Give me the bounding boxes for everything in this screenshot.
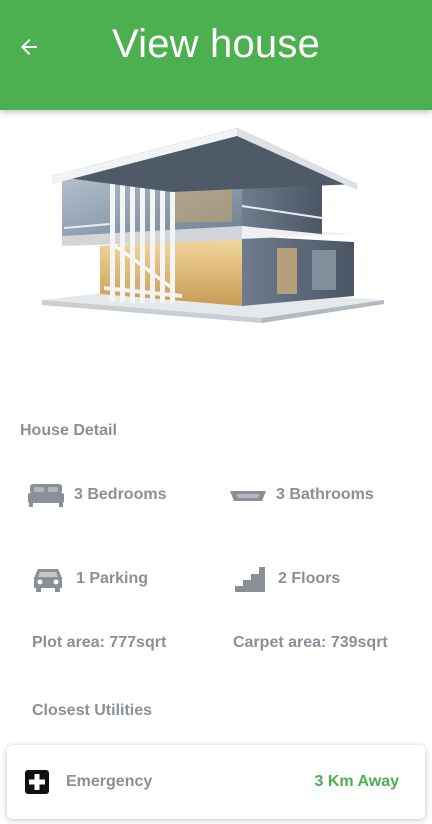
house-detail-title: House Detail bbox=[20, 422, 117, 439]
bed-icon bbox=[26, 481, 66, 509]
utility-name: Emergency bbox=[66, 773, 153, 790]
bathtub-icon bbox=[228, 481, 268, 509]
app-bar: View house bbox=[0, 0, 432, 110]
feature-label: 3 Bedrooms bbox=[74, 486, 167, 503]
feature-bathrooms: 3 Bathrooms bbox=[228, 481, 374, 509]
feature-label: 2 Floors bbox=[278, 570, 341, 587]
feature-bedrooms: 3 Bedrooms bbox=[26, 481, 166, 509]
house-image bbox=[32, 118, 400, 338]
stairs-icon bbox=[230, 565, 270, 593]
plot-area: Plot area: 777sqrt bbox=[32, 634, 167, 651]
feature-label: 3 Bathrooms bbox=[276, 486, 374, 503]
page-title: View house bbox=[111, 22, 321, 66]
carpet-area: Carpet area: 739sqrt bbox=[233, 634, 388, 651]
car-icon bbox=[28, 565, 68, 593]
utility-distance: 3 Km Away bbox=[314, 773, 399, 790]
closest-utilities-title: Closest Utilities bbox=[32, 702, 153, 719]
feature-parking: 1 Parking bbox=[28, 565, 148, 593]
feature-label: 1 Parking bbox=[76, 570, 149, 587]
utility-item-emergency[interactable]: Emergency 3 Km Away bbox=[7, 745, 425, 819]
feature-floors: 2 Floors bbox=[230, 565, 340, 593]
medical-cross-icon bbox=[25, 770, 49, 794]
